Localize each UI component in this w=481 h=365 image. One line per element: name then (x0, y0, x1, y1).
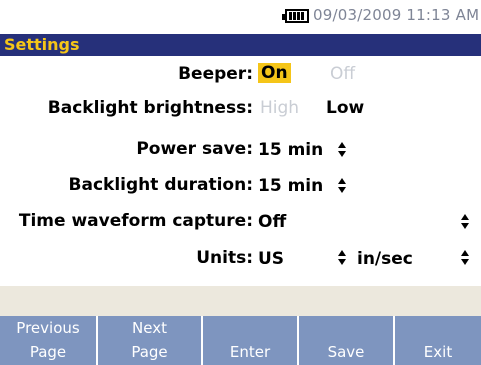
date-time-readout: 09/03/2009 11:13 AM (313, 6, 480, 24)
brightness-low-option[interactable]: Low (326, 98, 364, 118)
power-save-label: Power save: (136, 139, 253, 159)
beeper-on-option[interactable]: On (258, 63, 291, 83)
time-waveform-capture-label: Time waveform capture: (18, 211, 253, 231)
beeper-label: Beeper: (178, 64, 253, 84)
settings-panel: Beeper: On Off Backlight brightness: Hig… (0, 56, 481, 286)
softkey-label-line2: Save (327, 343, 365, 361)
battery-full-icon (282, 9, 309, 23)
softkey-label-line2: Enter (229, 343, 271, 361)
title-bar: Settings (0, 34, 481, 56)
time-waveform-spinner-icon[interactable] (460, 213, 470, 231)
backlight-duration-spinner-icon[interactable] (337, 177, 347, 195)
power-save-spinner-icon[interactable] (337, 141, 347, 159)
message-bar (0, 286, 481, 316)
page-title: Settings (4, 35, 80, 54)
softkey-label-line1: Next (132, 319, 167, 337)
units-velocity-spinner-icon[interactable] (460, 249, 470, 267)
enter-button[interactable]: Enter (203, 316, 299, 365)
time-waveform-capture-value[interactable]: Off (258, 212, 286, 232)
softkey-label-line2: Page (29, 343, 67, 361)
exit-button[interactable]: Exit (395, 316, 481, 365)
power-save-value[interactable]: 15 min (258, 140, 323, 160)
units-velocity-value[interactable]: in/sec (357, 249, 413, 269)
softkey-label-line2: Exit (423, 343, 453, 361)
status-bar: 09/03/2009 11:13 AM (0, 0, 481, 34)
units-system-spinner-icon[interactable] (337, 249, 347, 267)
backlight-brightness-label: Backlight brightness: (47, 98, 253, 118)
beeper-off-option[interactable]: Off (330, 64, 355, 84)
next-page-button[interactable]: Next Page (98, 316, 203, 365)
previous-page-button[interactable]: Previous Page (0, 316, 98, 365)
units-system-value[interactable]: US (258, 249, 284, 269)
softkey-label-line1: Previous (16, 319, 80, 337)
backlight-duration-label: Backlight duration: (68, 175, 253, 195)
softkey-bar: Previous Page Next Page Enter Save Exit (0, 316, 481, 365)
brightness-high-option[interactable]: High (260, 98, 299, 118)
units-label: Units: (196, 248, 253, 268)
softkey-label-line2: Page (131, 343, 168, 361)
device-screen: 09/03/2009 11:13 AM Settings Beeper: On … (0, 0, 481, 365)
save-button[interactable]: Save (299, 316, 395, 365)
backlight-duration-value[interactable]: 15 min (258, 176, 323, 196)
